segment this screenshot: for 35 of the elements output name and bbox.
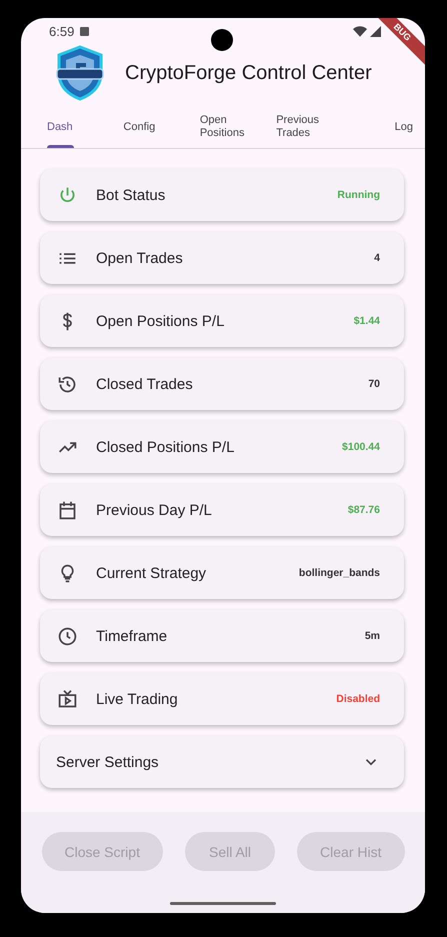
- card-label: Open Positions P/L: [96, 312, 224, 330]
- tab[interactable]: Config: [107, 106, 184, 148]
- card-label: Live Trading: [96, 690, 178, 708]
- card-label: Timeframe: [96, 628, 168, 644]
- signal-icon: [370, 26, 381, 36]
- tab[interactable]: Previous Trades: [260, 106, 337, 148]
- card-value: $100.44: [342, 441, 380, 453]
- notification-icon: [80, 26, 90, 36]
- history-icon: [57, 374, 78, 394]
- card-value: 70: [368, 378, 380, 390]
- card-value: Disabled: [336, 693, 380, 705]
- card-label: Open Trades: [96, 250, 183, 266]
- clock-icon: [57, 626, 78, 646]
- wifi-icon: [353, 26, 367, 36]
- tab[interactable]: Dash: [21, 106, 108, 148]
- card-label: Previous Day P/L: [96, 502, 212, 518]
- tab[interactable]: Log: [336, 106, 425, 148]
- card-value: $87.76: [348, 504, 380, 516]
- camera-hole: [211, 29, 233, 51]
- card-label: Current Strategy: [96, 564, 206, 582]
- server-settings-panel[interactable]: Server Settings: [40, 736, 404, 788]
- card-label: Closed Trades: [96, 376, 193, 392]
- shield-logo: [54, 45, 106, 101]
- card-label: Closed Positions P/L: [96, 438, 234, 456]
- tv-icon: [57, 688, 78, 710]
- app-title: CryptoForge Control Center: [125, 62, 372, 84]
- calendar-icon: [57, 500, 78, 520]
- card-value: bollinger_bands: [298, 567, 380, 579]
- card-value: $1.44: [354, 315, 380, 327]
- tab[interactable]: Open Positions: [184, 106, 260, 148]
- clock-time: 6:59: [49, 24, 74, 38]
- card-value: 4: [374, 252, 380, 264]
- card-value: Running: [337, 189, 380, 201]
- card-label: Bot Status: [96, 186, 166, 204]
- card-value: 5m: [364, 630, 380, 642]
